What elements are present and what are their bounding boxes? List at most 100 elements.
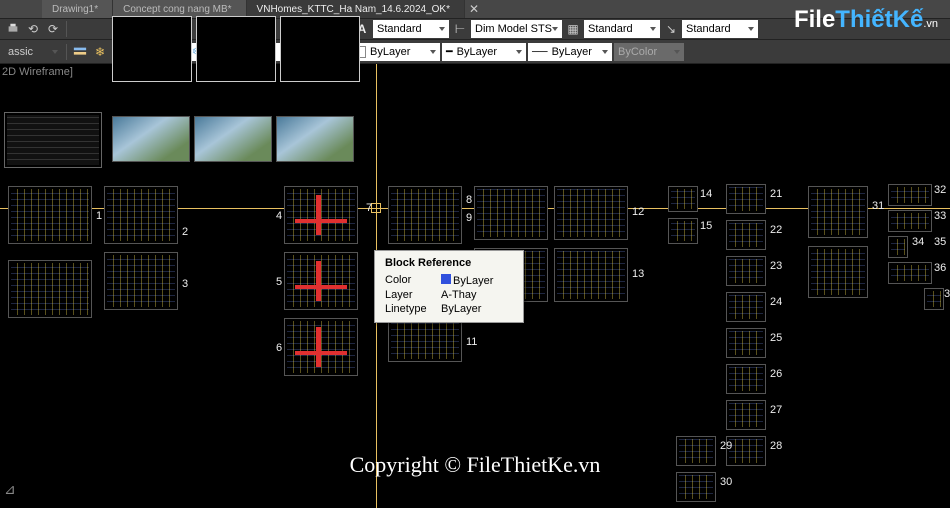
sheet-num-24: 24 [770,296,782,308]
sheet-num-30: 30 [720,476,732,488]
tab-drawing1[interactable]: Drawing1* [42,0,113,18]
sheet-num-33: 33 [934,210,946,222]
sheet-num-27: 27 [770,404,782,416]
lineweight-value: ByLayer [457,46,497,58]
sheet-26 [726,364,766,394]
print-icon[interactable] [4,20,22,38]
color-dropdown[interactable]: ByLayer [350,43,440,61]
viewport-3 [280,16,360,82]
visual-style-dropdown[interactable]: assic [4,43,62,61]
sheet-12 [554,186,628,240]
layer-freeze-icon[interactable]: ❄ [91,43,109,61]
viewport-2 [196,16,276,82]
ucs-icon: ⊿ [4,481,16,498]
linetype-dropdown[interactable]: ── ByLayer [528,43,612,61]
sheet-37 [924,288,944,310]
sheet-num-4: 4 [276,210,282,222]
sheet-num-22: 22 [770,224,782,236]
table-style-icon[interactable]: ▦ [564,20,582,38]
table-style-dropdown[interactable]: Standard [584,20,660,38]
sheet-num-23: 23 [770,260,782,272]
sheet-1b [8,260,92,318]
sheet-1 [8,186,92,244]
drawing-area[interactable]: 2D Wireframe] 1 2 3 4 5 6 7 8 9 10 11 12… [0,64,950,508]
visual-style-value: assic [8,46,33,58]
sheet-22 [726,220,766,250]
sheet-num-13: 13 [632,268,644,280]
viewport-mode: 2D Wireframe] [2,66,73,78]
new-tab-icon[interactable]: ✕ [465,0,483,18]
sheet-num-5: 5 [276,276,282,288]
render-thumb-3 [276,116,354,162]
sheet-14 [668,186,698,212]
sheet-35 [888,262,932,284]
sheet-25 [726,328,766,358]
sheet-num-28: 28 [770,440,782,452]
sheet-num-1: 1 [96,210,102,222]
watermark-copyright: Copyright © FileThietKe.vn [350,452,601,478]
sheet-4 [284,186,358,244]
sheet-num-34: 34 [912,236,924,248]
sheet-33 [888,210,932,232]
sheet-31a [808,186,868,238]
lineweight-dropdown[interactable]: ━ ByLayer [442,43,526,61]
sheet-12-el [474,186,548,240]
sheet-num-25: 25 [770,332,782,344]
sheet-num-9: 9 [466,212,472,224]
tooltip-color-value: ByLayer [453,275,493,287]
sheet-13 [554,248,628,302]
sheet-num-36: 36 [934,262,946,274]
render-thumb-2 [194,116,272,162]
render-thumb-1 [112,116,190,162]
sheet-num-3: 3 [182,278,188,290]
tooltip-layer-value: A-Thay [441,289,476,301]
sheet-5 [284,252,358,310]
sheet-num-7: 7 [366,202,372,214]
sheet-num-31: 31 [872,200,884,212]
sheet-2 [104,186,178,244]
redo-icon[interactable]: ⟳ [44,20,62,38]
sheet-num-21: 21 [770,188,782,200]
cursor-pickbox [371,203,381,213]
sheet-30 [676,472,716,502]
sheet-num-37: 37 [944,288,950,300]
tooltip-title: Block Reference [385,257,513,269]
sheet-23 [726,256,766,286]
sheet-27 [726,400,766,430]
viewport-1 [112,16,192,82]
sheet-num-11: 11 [466,336,477,348]
text-style-dropdown[interactable]: Standard [373,20,449,38]
plotstyle-value: ByColor [618,46,657,58]
sheet-29 [676,436,716,466]
dim-style-dropdown[interactable]: Dim Model STS [471,20,562,38]
text-style-value: Standard [377,23,422,35]
dim-icon[interactable]: ⊢ [451,20,469,38]
sheet-24 [726,292,766,322]
sheet-num-26: 26 [770,368,782,380]
sheet-num-6: 6 [276,342,282,354]
tooltip-layer-label: Layer [385,289,433,301]
sheet-num-29: 29 [720,440,732,452]
entity-tooltip: Block Reference Color ByLayer Layer A-Th… [374,250,524,323]
mleader-style-dropdown[interactable]: Standard [682,20,758,38]
watermark-logo: FileThiếtKế.vn [794,6,938,34]
sheet-32 [888,184,932,206]
sheet-num-32: 32 [934,184,946,196]
undo-icon[interactable]: ⟲ [24,20,42,38]
color-value: ByLayer [370,46,410,58]
tooltip-color-label: Color [385,274,433,287]
layer-manager-icon[interactable] [71,43,89,61]
sheet-21 [726,184,766,214]
plotstyle-dropdown[interactable]: ByColor [614,43,684,61]
tooltip-linetype-value: ByLayer [441,303,481,315]
linetype-value: ByLayer [552,46,592,58]
tooltip-linetype-label: Linetype [385,303,433,315]
sheet-num-8: 8 [466,194,472,206]
sheet-15 [668,218,698,244]
table-style-value: Standard [588,23,633,35]
mleader-icon[interactable]: ↘ [662,20,680,38]
sheet-num-35: 35 [934,236,946,248]
sheet-3 [104,252,178,310]
sheet-8 [388,186,462,244]
sheet-31b [808,246,868,298]
